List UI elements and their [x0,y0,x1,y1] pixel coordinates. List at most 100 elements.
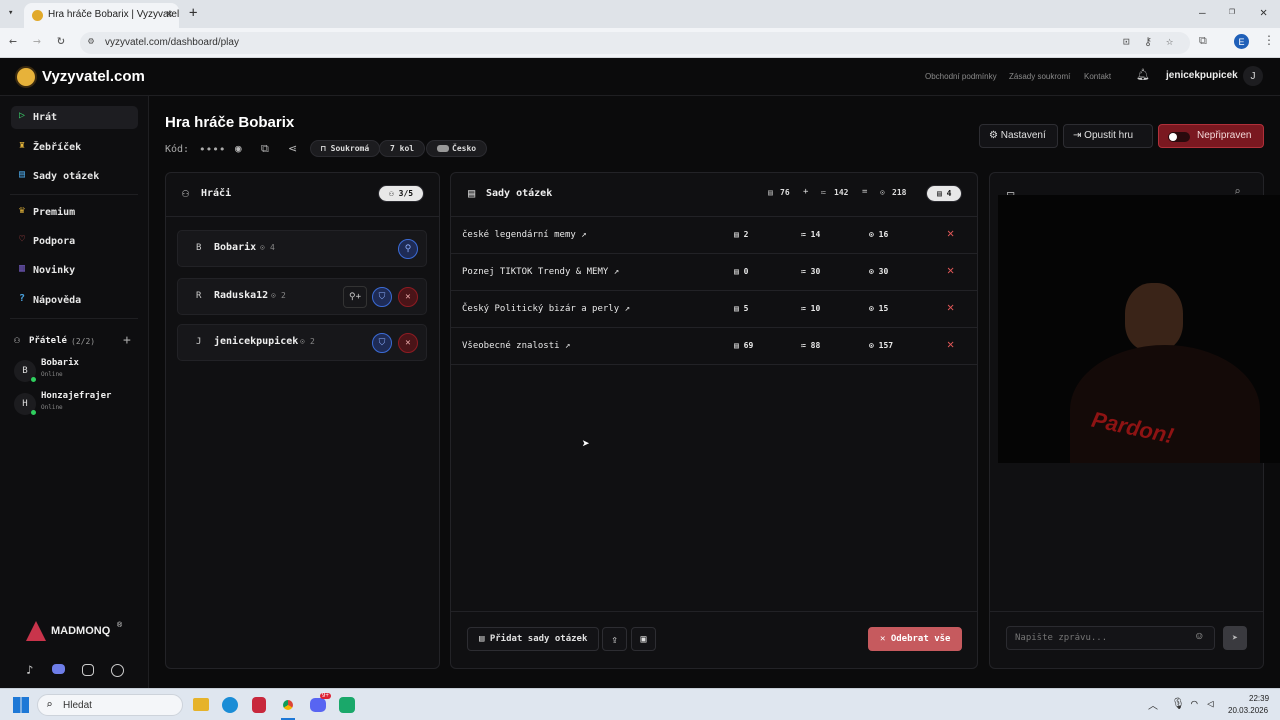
app-green-icon[interactable] [339,697,355,713]
chrome-icon[interactable] [280,697,296,713]
crown-icon: ♛ [19,205,26,216]
leave-game-button[interactable]: ⇥ Opustit hru [1063,124,1153,148]
set-stat-b: ≔ 88 [801,341,821,350]
logo-text[interactable]: Vyzyvatel.com [42,68,145,85]
site-info-icon[interactable]: ⚙ [88,36,94,47]
trophy-icon: ♜ [19,140,26,151]
eye-icon[interactable]: ◉ [235,142,242,155]
sidebar-item-support[interactable]: ♡ Podpora [11,230,138,253]
add-friend-icon[interactable]: + [123,333,131,348]
clock-time[interactable]: 22:39 [1249,694,1269,703]
forward-icon[interactable]: → [33,34,41,49]
instagram-icon[interactable] [82,664,94,676]
share-icon[interactable]: ⋖ [288,142,297,155]
add-question-sets-button[interactable]: ▤ Přidat sady otázek [467,627,599,651]
header-avatar[interactable]: J [1243,66,1263,86]
tray-chevron-icon[interactable]: ︿ [1148,697,1158,712]
taskbar-search[interactable]: ⌕ Hledat [37,694,183,716]
maximize-icon[interactable]: ❐ [1229,6,1235,17]
sidebar-item-leaderboard[interactable]: ♜ Žebříček [11,136,138,159]
sidebar-item-help[interactable]: ? Nápověda [11,289,138,312]
sidebar-item-news[interactable]: ▥ Novinky [11,259,138,282]
discord-icon[interactable] [52,664,65,674]
browser-menu-icon[interactable]: ⋮ [1263,33,1275,47]
save-icon[interactable]: ▣ [631,627,656,651]
clock-date[interactable]: 20.03.2026 [1228,706,1268,715]
browser-tab-active[interactable]: Hra hráče Bobarix | Vyzyvatel.co [24,3,179,28]
friends-icon: ⚇ [14,335,21,346]
stat-questions-icon: ▤ [768,188,773,197]
windows-start-icon[interactable] [13,697,29,713]
set-stat-a: ▤ 69 [734,341,754,350]
mic-icon[interactable]: 🎙︎ [1171,697,1185,710]
install-icon[interactable]: ⊡ [1123,35,1130,48]
discord-taskbar-icon[interactable] [310,698,326,712]
link-privacy[interactable]: Zásady soukromí [1009,72,1070,81]
reload-icon[interactable]: ↻ [57,33,65,48]
promote-shield-icon[interactable]: ⛉ [372,287,392,307]
logo-icon[interactable] [15,66,37,88]
app-red-icon[interactable] [252,697,266,713]
settings-button[interactable]: ⚙ Nastavení [979,124,1058,148]
add-friend-user-icon[interactable]: ⚲+ [343,286,367,308]
friend-item[interactable]: B Bobarix Online [14,358,139,386]
player-avatar: B [196,243,202,253]
profile-avatar[interactable]: E [1234,34,1249,49]
player-level: 2 [281,291,286,300]
set-name[interactable]: české legendární memy ↗ [462,230,587,240]
question-sets-panel: ▤ Sady otázek ▤ 76 + ≔ 142 = ⊙ 218 ▤ 4 č… [450,172,978,669]
emoji-icon[interactable]: ☺ [1196,630,1203,643]
chat-message-input[interactable] [1006,626,1215,650]
edge-icon[interactable] [222,697,238,713]
extensions-icon[interactable]: ⧉ [1199,34,1207,48]
password-key-icon[interactable]: ⚷ [1144,35,1152,48]
header-username[interactable]: jenicekpupicek [1166,70,1238,81]
tab-list-chevron-icon[interactable]: ▾ [8,8,13,18]
sidebar-item-play[interactable]: ▷ Hrát [11,106,138,129]
question-set-row[interactable]: Český Politický bizár a perly ↗ ▤ 5 ≔ 10… [451,291,977,328]
sidebar-item-question-sets[interactable]: ▤ Sady otázek [11,165,138,188]
window-close-icon[interactable]: ✕ [1260,5,1267,19]
file-explorer-icon[interactable] [193,698,209,711]
set-stat-c: ⊙ 30 [869,267,889,276]
question-set-row[interactable]: české legendární memy ↗ ▤ 2 ≔ 14 ⊙ 16 ✕ [451,217,977,254]
link-terms[interactable]: Obchodní podmínky [925,72,997,81]
question-set-row[interactable]: Poznej TIKTOK Trendy & MEMY ↗ ▤ 0 ≔ 30 ⊙… [451,254,977,291]
ready-toggle-button[interactable]: Nepřipraven [1158,124,1264,148]
upload-icon[interactable]: ⇪ [602,627,627,651]
volume-icon[interactable]: ◁ [1207,697,1214,710]
remove-set-icon[interactable]: ✕ [947,300,954,314]
friend-item[interactable]: H Honzajefrajer Online [14,391,139,419]
wifi-icon[interactable]: ◠ [1191,697,1198,710]
set-name[interactable]: Poznej TIKTOK Trendy & MEMY ↗ [462,267,619,277]
kick-close-icon[interactable]: ✕ [398,287,418,307]
remove-set-icon[interactable]: ✕ [947,226,954,240]
kick-close-icon[interactable]: ✕ [398,333,418,353]
remove-all-button[interactable]: ✕ Odebrat vše [868,627,962,651]
brand-logo[interactable]: MADMONQ ® [26,621,126,641]
link-contact[interactable]: Kontakt [1084,72,1111,81]
remove-set-icon[interactable]: ✕ [947,337,954,351]
set-name[interactable]: Český Politický bizár a perly ↗ [462,304,630,314]
set-name[interactable]: Všeobecné znalosti ↗ [462,341,570,351]
sidebar-item-premium[interactable]: ♛ Premium [11,201,138,224]
player-name: Raduska12 [214,290,269,301]
stat-questions: 76 [780,188,790,197]
close-icon: ✕ [880,634,891,644]
gear-icon: ⚙ [989,130,1001,141]
back-icon[interactable]: ← [9,34,17,49]
url-field[interactable]: ⚙ vyzyvatel.com/dashboard/play ⊡ ⚷ ☆ [80,32,1190,54]
promote-shield-icon[interactable]: ⛉ [372,333,392,353]
minimize-icon[interactable]: — [1199,6,1206,19]
new-tab-icon[interactable]: + [189,5,197,21]
copy-icon[interactable]: ⧉ [261,142,269,156]
tiktok-icon[interactable]: ♪ [26,663,33,677]
remove-set-icon[interactable]: ✕ [947,263,954,277]
tab-close-icon[interactable]: ✕ [166,7,173,20]
question-set-row[interactable]: Všeobecné znalosti ↗ ▤ 69 ≔ 88 ⊙ 157 ✕ [451,328,977,365]
bell-icon[interactable]: 🔔︎ [1136,68,1150,81]
facebook-icon[interactable] [111,664,124,677]
stat-total-icon: ⊙ [880,188,885,197]
send-icon[interactable]: ➤ [1223,626,1247,650]
bookmark-star-icon[interactable]: ☆ [1166,34,1173,48]
